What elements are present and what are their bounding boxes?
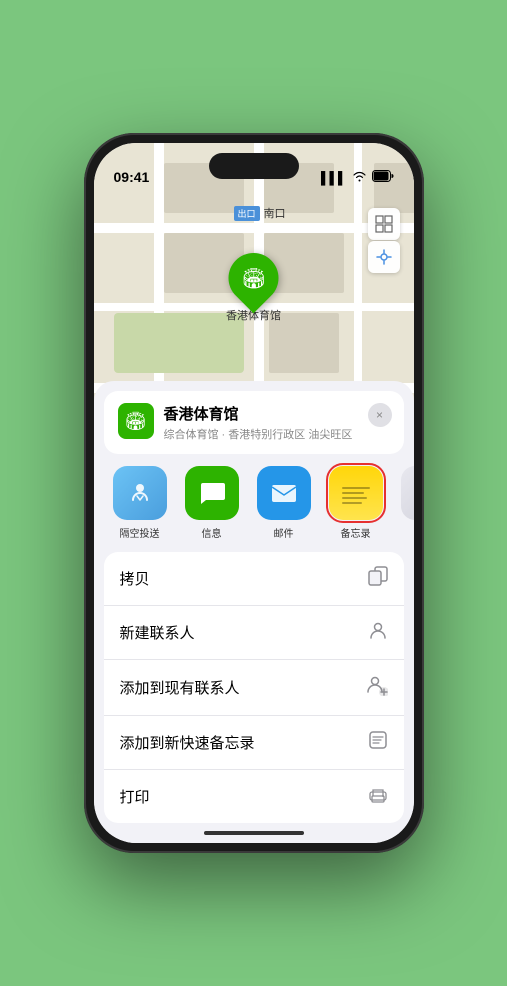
dynamic-island: [209, 153, 299, 179]
action-add-notes[interactable]: 添加到新快速备忘录: [104, 716, 404, 770]
location-button[interactable]: [368, 241, 400, 273]
airdrop-icon: [113, 466, 167, 520]
pin-circle: 🏟: [218, 243, 289, 314]
mail-icon: [257, 466, 311, 520]
share-item-airdrop[interactable]: 隔空投送: [104, 466, 176, 540]
status-icons: ▌▌▌: [321, 170, 394, 185]
battery-icon: [372, 170, 394, 185]
share-item-more[interactable]: 提: [392, 466, 414, 540]
place-card: 🏟 香港体育馆 综合体育馆 · 香港特别行政区 油尖旺区 ×: [104, 391, 404, 454]
action-add-notes-label: 添加到新快速备忘录: [120, 732, 255, 753]
map-label-tag: 出口: [234, 206, 260, 221]
map-view-button[interactable]: [368, 208, 400, 240]
action-copy[interactable]: 拷贝: [104, 552, 404, 606]
more-icon: [401, 466, 414, 520]
notes-lines-icon: [336, 479, 376, 508]
action-print-label: 打印: [120, 786, 150, 807]
wifi-icon: [352, 170, 367, 185]
notes-line-1: [342, 487, 370, 489]
notes-line-4: [342, 502, 362, 504]
print-icon: [368, 784, 388, 809]
notes-label: 备忘录: [341, 525, 371, 540]
action-new-contact[interactable]: 新建联系人: [104, 606, 404, 660]
status-time: 09:41: [114, 169, 150, 185]
share-item-messages[interactable]: 信息: [176, 466, 248, 540]
mail-label: 邮件: [274, 525, 294, 540]
place-icon: 🏟: [118, 403, 154, 439]
close-button[interactable]: ×: [368, 403, 392, 427]
copy-icon: [368, 566, 388, 591]
action-copy-label: 拷贝: [120, 568, 150, 589]
place-subtitle: 综合体育馆 · 香港特别行政区 油尖旺区: [164, 426, 390, 442]
action-print[interactable]: 打印: [104, 770, 404, 823]
phone-frame: 09:41 ▌▌▌: [84, 133, 424, 853]
signal-icon: ▌▌▌: [321, 171, 347, 185]
share-row: 隔空投送 信息: [94, 454, 414, 544]
action-add-existing-label: 添加到现有联系人: [120, 677, 240, 698]
map-label: 出口 南口: [234, 205, 286, 221]
pin-icon: 🏟: [241, 266, 266, 291]
location-pin: 🏟 香港体育馆: [226, 253, 281, 323]
messages-icon: [185, 466, 239, 520]
messages-label: 信息: [202, 525, 222, 540]
place-info: 香港体育馆 综合体育馆 · 香港特别行政区 油尖旺区: [164, 403, 390, 442]
action-list: 拷贝 新建联系人: [104, 552, 404, 823]
action-add-existing[interactable]: 添加到现有联系人: [104, 660, 404, 716]
phone-screen: 09:41 ▌▌▌: [94, 143, 414, 843]
share-item-mail[interactable]: 邮件: [248, 466, 320, 540]
share-item-notes[interactable]: 备忘录: [320, 466, 392, 540]
bottom-sheet: 🏟 香港体育馆 综合体育馆 · 香港特别行政区 油尖旺区 ×: [94, 381, 414, 843]
airdrop-label: 隔空投送: [120, 525, 160, 540]
add-notes-icon: [368, 730, 388, 755]
map-label-text: 南口: [264, 205, 286, 221]
notes-icon: [329, 466, 383, 520]
notes-line-2: [342, 492, 364, 494]
notes-line-3: [342, 497, 367, 499]
action-new-contact-label: 新建联系人: [120, 622, 195, 643]
home-indicator: [204, 831, 304, 835]
map-controls: [368, 208, 400, 273]
new-contact-icon: [368, 620, 388, 645]
add-existing-icon: [366, 674, 388, 701]
place-name: 香港体育馆: [164, 403, 390, 424]
